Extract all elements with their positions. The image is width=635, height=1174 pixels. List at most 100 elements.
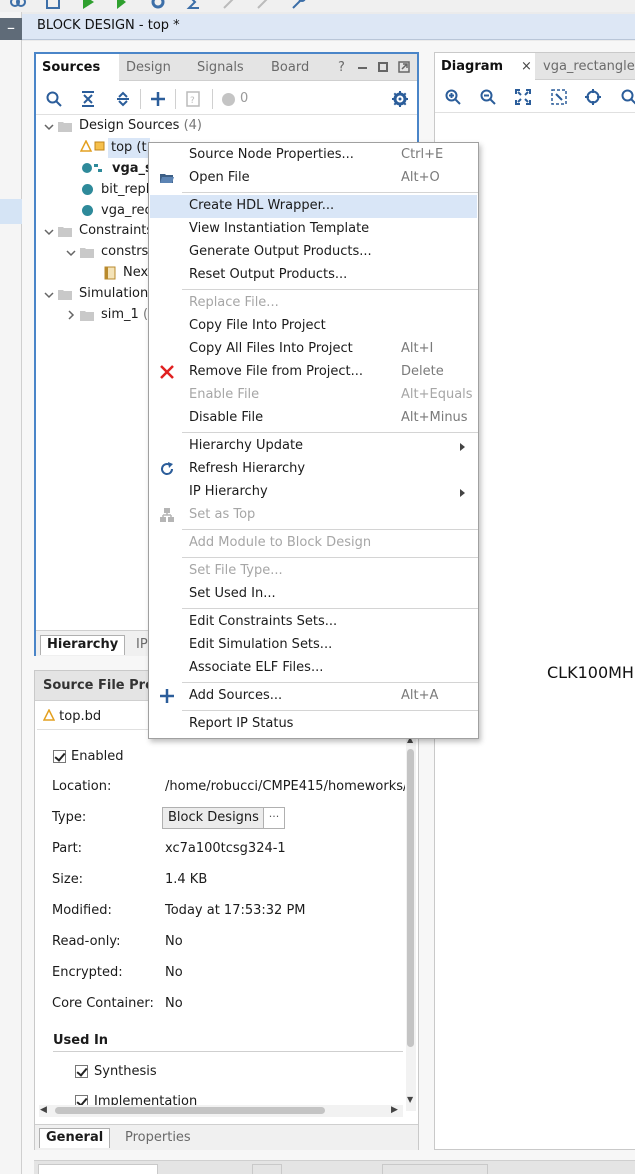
menu-item-view-instantiation-template[interactable]: View Instantiation Template — [150, 218, 477, 241]
gear-icon[interactable] — [392, 91, 408, 107]
chevron-down-icon[interactable] — [66, 248, 76, 258]
scroll-left-icon[interactable]: ◀ — [40, 1105, 47, 1115]
svg-text:?: ? — [190, 96, 195, 106]
main-toolbar — [0, 0, 635, 12]
core-container-label: Core Container: — [52, 996, 154, 1011]
menu-separator — [182, 710, 478, 711]
sigma-icon[interactable] — [186, 0, 202, 10]
tab-diagram[interactable]: Diagram × — [435, 53, 535, 80]
flow-navigator-strip — [0, 12, 22, 1174]
tab-ip[interactable]: IP — [136, 637, 148, 652]
menu-item-edit-constraints-sets[interactable]: Edit Constraints Sets... — [150, 611, 477, 634]
tab-sources[interactable]: Sources × — [36, 54, 119, 102]
bottom-tab-2[interactable] — [252, 1164, 282, 1174]
menu-item-disable-file[interactable]: Disable File Alt+Minus — [150, 407, 477, 430]
tree-item-vga-s[interactable]: vga_s — [112, 159, 153, 179]
scroll-down-icon[interactable]: ▼ — [407, 1095, 413, 1104]
run-step-icon[interactable] — [114, 0, 130, 10]
block-design-icon — [80, 140, 106, 152]
menu-item-add-sources[interactable]: Add Sources... Alt+A — [150, 685, 477, 708]
menu-item-set-file-type: Set File Type... — [189, 563, 283, 578]
disabled-tool-icon-2 — [256, 0, 272, 10]
bottom-tab-1[interactable] — [38, 1164, 158, 1174]
menu-item-reset-output-products[interactable]: Reset Output Products... — [150, 264, 477, 287]
modified-label: Modified: — [52, 903, 112, 918]
type-value-button[interactable]: Block Designs — [162, 807, 265, 829]
zoom-out-icon[interactable] — [480, 89, 496, 105]
tree-item-constrs[interactable]: constrs — [101, 242, 148, 262]
type-more-button[interactable]: ··· — [263, 807, 285, 829]
horizontal-scrollbar-thumb[interactable] — [55, 1107, 325, 1114]
chevron-right-icon[interactable] — [66, 310, 76, 320]
zoom-fit-icon[interactable] — [515, 89, 531, 105]
properties-file-name: top.bd — [59, 709, 102, 724]
tab-design[interactable]: Design — [120, 54, 177, 81]
menu-item-report-ip-status[interactable]: Report IP Status — [150, 713, 477, 736]
search-icon[interactable] — [621, 89, 635, 105]
menu-item-open-file[interactable]: Open File Alt+O — [150, 167, 477, 190]
minimize-icon[interactable] — [358, 67, 367, 69]
bottom-tab-3[interactable] — [382, 1164, 488, 1174]
gear-icon[interactable] — [150, 0, 166, 10]
float-icon[interactable] — [398, 61, 410, 73]
help-button[interactable]: ? — [332, 54, 351, 81]
menu-separator — [182, 608, 478, 609]
menu-item-associate-elf-files[interactable]: Associate ELF Files... — [150, 657, 477, 680]
module-icon-2 — [82, 205, 93, 216]
menu-item-copy-file-into-project[interactable]: Copy File Into Project — [150, 315, 477, 338]
search-icon[interactable] — [46, 91, 62, 107]
folder-icon — [80, 309, 94, 321]
enabled-checkbox[interactable] — [53, 750, 66, 763]
clk-port-label[interactable]: CLK100MH — [547, 663, 634, 682]
chevron-down-icon[interactable] — [44, 290, 54, 300]
zoom-in-icon[interactable] — [445, 89, 461, 105]
synthesis-checkbox[interactable] — [75, 1065, 88, 1078]
tab-properties[interactable]: Properties — [125, 1130, 191, 1145]
menu-item-copy-all-files-into-project[interactable]: Copy All Files Into Project Alt+I — [150, 338, 477, 361]
tree-item-bit-repl[interactable]: bit_repl — [101, 180, 149, 200]
maximize-icon[interactable] — [378, 62, 388, 72]
tab-board[interactable]: Board — [265, 54, 315, 81]
menu-item-source-node-properties[interactable]: Source Node Properties... Ctrl+E — [150, 144, 477, 167]
save-icon[interactable] — [45, 0, 61, 10]
collapse-button[interactable]: – — [0, 18, 22, 40]
encrypted-value: No — [165, 965, 183, 980]
add-icon[interactable] — [150, 91, 166, 107]
tab-signals[interactable]: Signals — [191, 54, 250, 81]
tab-general[interactable]: General — [39, 1128, 111, 1148]
menu-item-hierarchy-update[interactable]: Hierarchy Update — [150, 435, 477, 458]
close-icon[interactable]: × — [521, 53, 532, 80]
run-icon[interactable] — [80, 0, 96, 10]
tab-hierarchy[interactable]: Hierarchy — [40, 635, 126, 655]
tree-item-simulation[interactable]: Simulation — [79, 284, 148, 304]
tree-item-vga-rec[interactable]: vga_rec — [101, 201, 152, 221]
link-icon[interactable] — [10, 0, 26, 10]
chevron-down-icon[interactable] — [44, 227, 54, 237]
scroll-right-icon[interactable]: ▶ — [391, 1105, 398, 1115]
disabled-tool-icon — [222, 0, 238, 10]
red-x-icon — [159, 364, 175, 380]
menu-item-refresh-hierarchy[interactable]: Refresh Hierarchy — [150, 458, 477, 481]
tree-item-top[interactable]: top (t — [108, 138, 150, 158]
flow-navigator-selection[interactable] — [0, 199, 22, 224]
size-label: Size: — [52, 872, 84, 887]
menu-item-create-hdl-wrapper[interactable]: Create HDL Wrapper... — [150, 195, 477, 218]
toolbar-divider-3 — [212, 89, 213, 109]
collapse-all-icon[interactable] — [81, 91, 95, 107]
menu-item-edit-simulation-sets[interactable]: Edit Simulation Sets... — [150, 634, 477, 657]
vertical-scrollbar-thumb[interactable] — [407, 749, 414, 1047]
target-icon[interactable] — [585, 89, 601, 105]
menu-separator — [182, 682, 478, 683]
wrench-icon[interactable] — [290, 0, 306, 10]
menu-item-ip-hierarchy[interactable]: IP Hierarchy — [150, 481, 477, 504]
status-count: 0 — [240, 91, 249, 106]
menu-item-set-used-in[interactable]: Set Used In... — [150, 583, 477, 606]
tab-vga-rectangle[interactable]: vga_rectangle — [537, 53, 635, 80]
tree-item-constraints[interactable]: Constraints — [79, 221, 153, 241]
chevron-down-icon[interactable] — [44, 122, 54, 132]
expand-all-icon[interactable] — [116, 91, 130, 107]
menu-item-generate-output-products[interactable]: Generate Output Products... — [150, 241, 477, 264]
tree-item-design-sources[interactable]: Design Sources (4) — [79, 116, 202, 136]
menu-item-remove-file-from-project[interactable]: Remove File from Project... Delete — [150, 361, 477, 384]
zoom-area-icon[interactable] — [551, 89, 567, 105]
